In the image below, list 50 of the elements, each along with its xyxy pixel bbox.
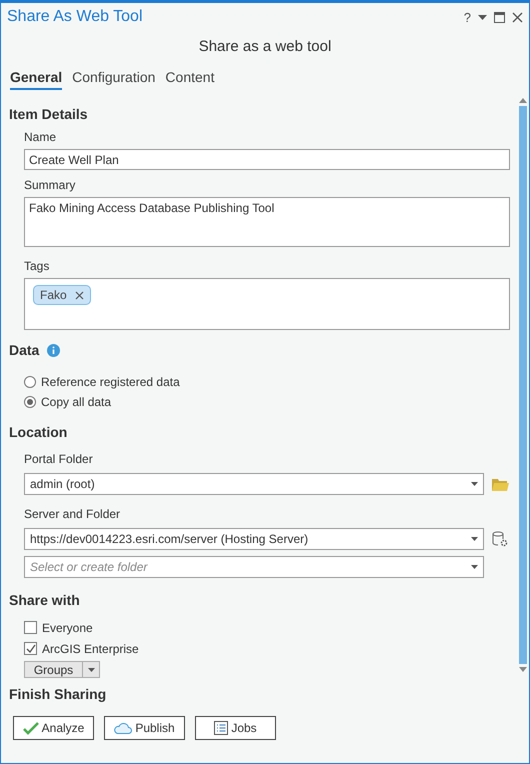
portal-folder-dropdown[interactable]: admin (root)	[24, 473, 484, 495]
scroll-down-icon[interactable]	[518, 667, 526, 672]
section-title: Share with	[9, 592, 80, 608]
publish-button[interactable]: Publish	[104, 716, 185, 740]
dropdown-icon[interactable]	[478, 14, 487, 20]
checkbox[interactable]	[24, 621, 37, 634]
scrollbar-thumb[interactable]	[518, 106, 526, 664]
option-label: ArcGIS Enterprise	[42, 642, 139, 656]
field-label: Name	[24, 130, 58, 144]
window-title: Share As Web Tool	[7, 8, 144, 26]
folder-dropdown[interactable]: Select or create folder	[24, 556, 484, 578]
caret-icon	[471, 565, 478, 569]
tab[interactable]: Configuration	[72, 69, 156, 90]
field-label: Summary	[24, 178, 76, 192]
summary-field[interactable]: Fako Mining Access Database Publishing Tool	[24, 197, 510, 247]
section-title: Item Details	[9, 106, 88, 122]
caret-icon	[471, 537, 478, 541]
close-icon[interactable]	[512, 12, 523, 22]
section-title: Location	[9, 424, 68, 440]
tag-chip[interactable]: Fako	[33, 285, 91, 305]
section-title: Data	[9, 342, 40, 358]
tags-field[interactable]: Fako	[24, 278, 510, 330]
caret-icon	[471, 482, 478, 486]
radio-button[interactable]	[24, 396, 36, 408]
remove-icon[interactable]	[74, 290, 84, 300]
scroll-up-icon[interactable]	[518, 98, 526, 103]
field-label: Tags	[24, 259, 50, 273]
field-label: Portal Folder	[24, 452, 94, 466]
jobs-button[interactable]: Jobs	[195, 716, 276, 740]
tab[interactable]: General	[10, 69, 62, 90]
option-label: Everyone	[42, 620, 93, 634]
maximize-icon[interactable]	[494, 12, 505, 22]
section-title: Finish Sharing	[9, 686, 106, 702]
help-button[interactable]: ?	[464, 10, 471, 24]
name-field[interactable]: Create Well Plan	[24, 149, 510, 170]
cloud-icon	[114, 722, 132, 734]
tab[interactable]: Content	[165, 69, 214, 90]
pane-heading: Share as a web tool	[198, 38, 332, 55]
database-gear-icon[interactable]	[492, 531, 508, 547]
option-label: Copy all data	[41, 395, 112, 409]
server-dropdown[interactable]: https://dev0014223.esri.com/server (Hosting Server)	[24, 528, 484, 550]
radio-button[interactable]	[24, 376, 36, 388]
list-icon	[214, 721, 228, 735]
info-icon[interactable]	[47, 344, 60, 356]
caret-icon	[88, 668, 94, 672]
option-label: Reference registered data	[41, 375, 180, 389]
checkbox[interactable]	[24, 642, 37, 655]
analyze-button[interactable]: Analyze	[13, 716, 94, 740]
field-label: Server and Folder	[24, 507, 122, 521]
check-icon	[22, 722, 39, 734]
